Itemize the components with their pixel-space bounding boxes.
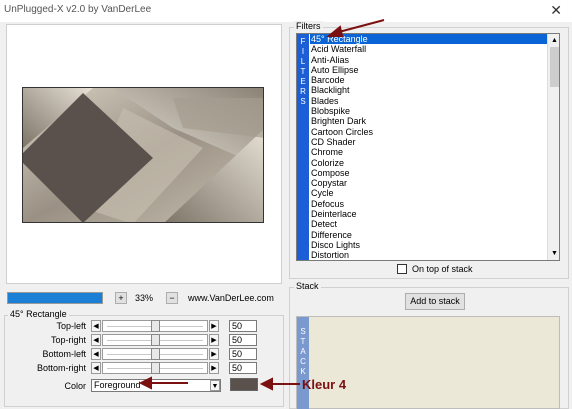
annotation-overlay <box>138 19 385 391</box>
annotation-arrowhead-kleur <box>259 377 273 391</box>
annotation-arrow-filter <box>334 19 385 34</box>
annotation-arrowhead-filter <box>326 25 344 37</box>
annotation-label: Kleur 4 <box>302 377 347 392</box>
annotation-arrowhead-color <box>138 376 152 390</box>
